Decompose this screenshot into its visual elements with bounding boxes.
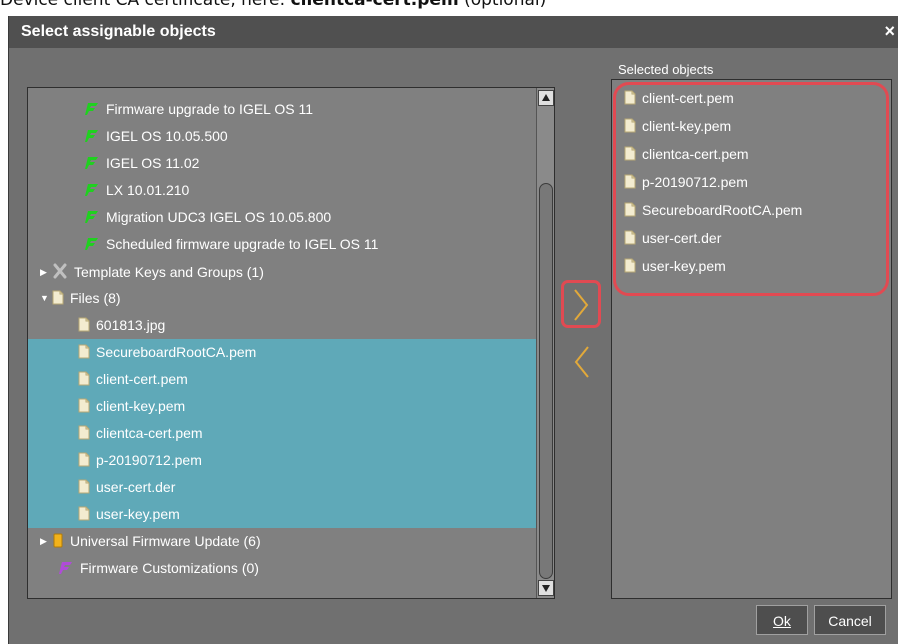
file-icon — [78, 452, 90, 467]
firmware-update-icon — [84, 87, 100, 88]
annotation-highlight — [561, 280, 601, 328]
firmware-update-icon — [84, 102, 100, 116]
tree-item[interactable]: Scheduled firmware upgrade to IGEL OS 11 — [28, 231, 536, 258]
file-icon — [78, 344, 90, 359]
tree-item-label: Universal Firmware Update (6) — [70, 533, 261, 549]
firmware-update-icon — [84, 210, 100, 224]
tree-item-file[interactable]: 601813.jpg — [28, 312, 536, 339]
file-icon — [78, 425, 90, 440]
selected-objects-label: Selected objects — [618, 62, 714, 77]
select-objects-dialog: Select assignable objects × Firmware upg… — [8, 16, 898, 644]
tree-item[interactable]: Firmware upgrade to IGEL OS 11 — [28, 96, 536, 123]
cancel-button-label: Cancel — [828, 613, 872, 629]
tree-item-file-selected[interactable]: user-key.pem — [28, 501, 536, 528]
tree-item[interactable]: Migration UDC3 IGEL OS 10.05.800 — [28, 204, 536, 231]
firmware-update-icon — [84, 156, 100, 170]
template-keys-icon — [52, 263, 68, 279]
tree-item-universal-firmware[interactable]: ▶ Universal Firmware Update (6) — [28, 528, 536, 555]
tree-item-label: Firmware upgrade to IGEL OS 11 — [106, 101, 313, 117]
close-icon[interactable]: × — [884, 21, 895, 42]
file-icon — [52, 290, 64, 305]
file-icon — [78, 371, 90, 386]
dialog-title: Select assignable objects — [21, 23, 216, 40]
tree-scrollbar[interactable] — [536, 88, 554, 598]
tree-item-label: Files (8) — [70, 290, 121, 306]
tree-item-file-selected[interactable]: SecureboardRootCA.pem — [28, 339, 536, 366]
ok-button-label: Ok — [773, 613, 791, 629]
tree-item-file-selected[interactable]: p-20190712.pem — [28, 447, 536, 474]
scroll-down-icon[interactable] — [538, 580, 554, 596]
dialog-titlebar: Select assignable objects × — [9, 16, 898, 48]
chevron-left-icon — [574, 346, 589, 378]
tree-item-file-selected[interactable]: clientca-cert.pem — [28, 420, 536, 447]
file-icon — [78, 479, 90, 494]
file-icon — [78, 398, 90, 413]
tree-row-partial — [28, 87, 536, 95]
annotation-highlight — [613, 82, 889, 296]
move-left-button[interactable] — [568, 342, 596, 382]
tree-item-template-keys[interactable]: ▶ Template Keys and Groups (1) — [28, 258, 536, 285]
cancel-button[interactable]: Cancel — [814, 605, 886, 635]
ok-button[interactable]: Ok — [756, 605, 808, 635]
tree-item-label: p-20190712.pem — [96, 452, 202, 468]
tree-item-label: IGEL OS 11.02 — [106, 155, 200, 171]
object-tree[interactable]: Firmware upgrade to IGEL OS 11 IGEL OS 1… — [27, 87, 555, 599]
tree-item-files[interactable]: ▼ Files (8) — [28, 285, 536, 312]
tree-item-label: Migration UDC3 IGEL OS 10.05.800 — [106, 209, 332, 225]
caption-suffix: (optional) — [458, 0, 547, 10]
tree-item-label: SecureboardRootCA.pem — [96, 344, 257, 360]
file-icon — [78, 506, 90, 521]
tree-item-file-selected[interactable]: client-cert.pem — [28, 366, 536, 393]
tree-item-label: Template Keys and Groups (1) — [74, 264, 264, 280]
tree-item-label: Scheduled firmware upgrade to IGEL OS 11 — [106, 236, 379, 252]
scroll-up-icon[interactable] — [538, 90, 554, 106]
tree-item-label: clientca-cert.pem — [96, 425, 203, 441]
collapse-icon[interactable]: ▼ — [40, 293, 52, 303]
caption-filename: clientca-cert.pem — [290, 0, 459, 10]
tree-item[interactable]: LX 10.01.210 — [28, 177, 536, 204]
tree-item-label: LX 10.01.210 — [106, 182, 190, 198]
tree-item[interactable]: IGEL OS 11.02 — [28, 150, 536, 177]
tree-item-label: user-cert.der — [96, 479, 176, 495]
tree-item-label: IGEL OS 10.05.500 — [106, 128, 228, 144]
document-caption: Device client CA certificate, here: clie… — [0, 0, 898, 16]
tree-item-label: 601813.jpg — [96, 317, 166, 333]
tree-item-label: client-key.pem — [96, 398, 186, 414]
expand-icon[interactable]: ▶ — [40, 536, 52, 547]
tree-item-firmware-customizations[interactable]: Firmware Customizations (0) — [28, 555, 536, 582]
tree-item-label: user-key.pem — [96, 506, 180, 522]
scrollbar-thumb[interactable] — [539, 183, 553, 579]
file-icon — [78, 317, 90, 332]
firmware-customization-icon — [58, 561, 74, 575]
expand-icon[interactable]: ▶ — [40, 267, 52, 278]
universal-firmware-icon — [52, 533, 64, 548]
firmware-update-icon — [84, 183, 100, 197]
firmware-update-icon — [84, 237, 100, 251]
caption-prefix: Device client CA certificate, here: — [0, 0, 291, 10]
tree-item-file-selected[interactable]: user-cert.der — [28, 474, 536, 501]
tree-item-file-selected[interactable]: client-key.pem — [28, 393, 536, 420]
tree-item-label: Firmware Customizations (0) — [80, 560, 259, 576]
tree-item[interactable]: IGEL OS 10.05.500 — [28, 123, 536, 150]
firmware-update-icon — [84, 129, 100, 143]
tree-item-label: client-cert.pem — [96, 371, 188, 387]
